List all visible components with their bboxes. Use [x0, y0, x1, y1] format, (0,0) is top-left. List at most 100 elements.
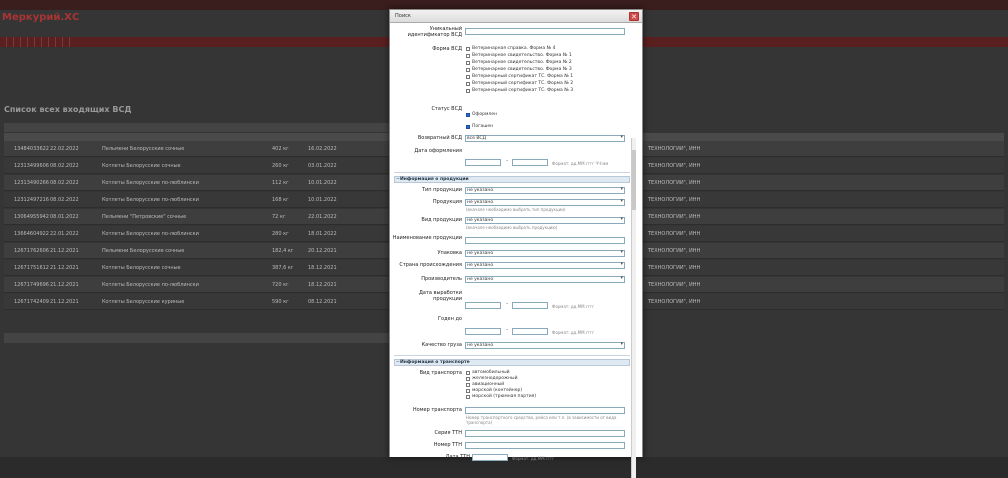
ttn-num-input[interactable]	[465, 442, 625, 449]
nav-item[interactable]	[14, 37, 21, 47]
close-icon[interactable]: ✕	[629, 12, 639, 21]
table-row-right[interactable]: ТЕХНОЛОГИИ", ИНН	[628, 226, 1004, 242]
vehicle-checkbox[interactable]	[466, 383, 470, 387]
cell-number[interactable]: 13664604922	[14, 231, 49, 237]
form-checkbox[interactable]	[466, 89, 470, 93]
product-select[interactable]: не указано	[465, 199, 625, 206]
quality-select[interactable]: не указано	[465, 342, 625, 349]
transport-section-header[interactable]: − Информация о транспорте	[394, 359, 630, 366]
table-row[interactable]: 12671751612 21.12.2021 Котлеты Белорусские…	[4, 260, 392, 276]
cell-date: 08.02.2022	[50, 180, 79, 186]
status-checkbox[interactable]	[466, 113, 470, 117]
status-checkbox[interactable]	[466, 125, 470, 129]
mfg-format-hint: Формат: дд.ММ.гггг	[552, 304, 595, 309]
date-from-input[interactable]	[465, 159, 501, 166]
form-checkbox[interactable]	[466, 75, 470, 79]
table-row[interactable]: 12312497216 08.02.2022 Котлеты Белорусские…	[4, 192, 392, 208]
table-row-right[interactable]: ТЕХНОЛОГИИ", ИНН	[628, 294, 1004, 310]
table-row[interactable]: 12671762606 21.12.2021 Пельмени Белорусски…	[4, 243, 392, 259]
cell-number[interactable]: 12671742409	[14, 299, 49, 305]
table-row[interactable]: 12671742409 21.12.2021 Котлеты Белорусские…	[4, 294, 392, 310]
producer-select[interactable]: не указано	[465, 276, 625, 283]
cell-number[interactable]: 13064955942	[14, 214, 49, 220]
tn-hint: Номер транспортного средства, рейса или …	[466, 415, 617, 425]
form-option: Ветеринарное свидетельство. Форма № 2	[472, 60, 572, 65]
tn-input[interactable]	[465, 407, 625, 414]
scrollbar-thumb[interactable]	[632, 150, 636, 210]
ttn-num-label: Номер ТТН	[433, 442, 462, 448]
uid-input[interactable]	[465, 28, 625, 35]
cell-recipient: ТЕХНОЛОГИИ", ИНН	[648, 282, 701, 288]
form-label: Форма ВСД	[432, 46, 462, 52]
cell-date: 08.02.2022	[50, 163, 79, 169]
form-checkbox[interactable]	[466, 82, 470, 86]
kind-select[interactable]: не указано	[465, 217, 625, 224]
vehicle-checkbox[interactable]	[466, 377, 470, 381]
nav-item[interactable]	[0, 37, 7, 47]
table-row[interactable]: 13484033622 22.02.2022 Пельмени Белорусски…	[4, 141, 392, 157]
returned-label: Возвратный ВСД	[417, 135, 462, 141]
form-checkbox[interactable]	[466, 47, 470, 51]
form-checkbox[interactable]	[466, 54, 470, 58]
date-to-input[interactable]	[512, 159, 548, 166]
cell-qty: 168 кг	[272, 197, 289, 203]
table-row-right[interactable]: ТЕХНОЛОГИИ", ИНН	[628, 243, 1004, 259]
ttn-date-label: Дата ТТН	[445, 454, 470, 460]
nav-item[interactable]	[42, 37, 49, 47]
cell-number[interactable]: 12313490266	[14, 180, 49, 186]
cell-product: Котлеты Белорусские сочные	[102, 163, 181, 169]
table-row-right[interactable]: ТЕХНОЛОГИИ", ИНН	[628, 209, 1004, 225]
package-select[interactable]: не указано	[465, 250, 625, 257]
cell-prod-date: 18.12.2021	[308, 282, 337, 288]
vehicle-checkbox[interactable]	[466, 371, 470, 375]
table-row[interactable]: 12313499606 08.02.2022 Котлеты Белорусские…	[4, 158, 392, 174]
ttn-series-input[interactable]	[465, 430, 625, 437]
cell-number[interactable]: 12671762606	[14, 248, 49, 254]
cell-number[interactable]: 12671751612	[14, 265, 49, 271]
cell-number[interactable]: 12313499606	[14, 163, 49, 169]
nav-item[interactable]	[49, 37, 56, 47]
table-row-right[interactable]: ТЕХНОЛОГИИ", ИНН	[628, 277, 1004, 293]
table-row-right[interactable]: ТЕХНОЛОГИИ", ИНН	[628, 175, 1004, 191]
vehicle-checkbox[interactable]	[466, 389, 470, 393]
table-row-right[interactable]: ТЕХНОЛОГИИ", ИНН	[628, 260, 1004, 276]
nav-item[interactable]	[28, 37, 35, 47]
nav-item[interactable]	[63, 37, 70, 47]
nav-item[interactable]	[35, 37, 42, 47]
mfg-to-input[interactable]	[512, 302, 548, 309]
mfg-from-input[interactable]	[465, 302, 501, 309]
expiry-from-input[interactable]	[465, 328, 501, 335]
vehicle-checkbox[interactable]	[466, 395, 470, 399]
table-row[interactable]: 13664604922 22.01.2022 Котлеты Белорусские…	[4, 226, 392, 242]
table-row-right[interactable]: ТЕХНОЛОГИИ", ИНН	[628, 192, 1004, 208]
cell-product: Пельмени Белорусские сочные	[102, 248, 185, 254]
nav-item[interactable]	[56, 37, 63, 47]
cell-qty: 72 кг	[272, 214, 286, 220]
cell-number[interactable]: 12312497216	[14, 197, 49, 203]
product-section-header[interactable]: − Информация о продукции	[394, 176, 630, 183]
dialog-scrollbar[interactable]	[631, 138, 636, 478]
range-dash: –	[506, 159, 509, 164]
table-row-right[interactable]: ТЕХНОЛОГИИ", ИНН	[628, 141, 1004, 157]
nav-item[interactable]	[7, 37, 14, 47]
name-input[interactable]	[465, 237, 625, 244]
country-select[interactable]: не указано	[465, 262, 625, 269]
cell-number[interactable]: 12671749696	[14, 282, 49, 288]
form-checkbox[interactable]	[466, 61, 470, 65]
cell-number[interactable]: 13484033622	[14, 146, 49, 152]
status-option: Оформлен	[472, 112, 497, 117]
table-row[interactable]: 13064955942 08.01.2022 Пельмени "Петровски…	[4, 209, 392, 225]
table-row[interactable]: 12671749696 21.12.2021 Котлеты Белорусские…	[4, 277, 392, 293]
table-row[interactable]: 12313490266 08.02.2022 Котлеты Белорусские…	[4, 175, 392, 191]
transport-section-title: Информация о транспорте	[400, 360, 470, 365]
nav-item[interactable]	[21, 37, 28, 47]
ttn-date-input[interactable]	[472, 454, 508, 461]
form-checkbox[interactable]	[466, 68, 470, 72]
cell-product: Котлеты Белорусские куриные	[102, 299, 185, 305]
expiry-to-input[interactable]	[512, 328, 548, 335]
product-type-select[interactable]: не указано	[465, 187, 625, 194]
table-row-right[interactable]: ТЕХНОЛОГИИ", ИНН	[628, 158, 1004, 174]
cell-qty: 182,4 кг	[272, 248, 294, 254]
product-label: Продукция	[432, 199, 462, 205]
returned-select[interactable]: все ВСД	[465, 135, 625, 142]
